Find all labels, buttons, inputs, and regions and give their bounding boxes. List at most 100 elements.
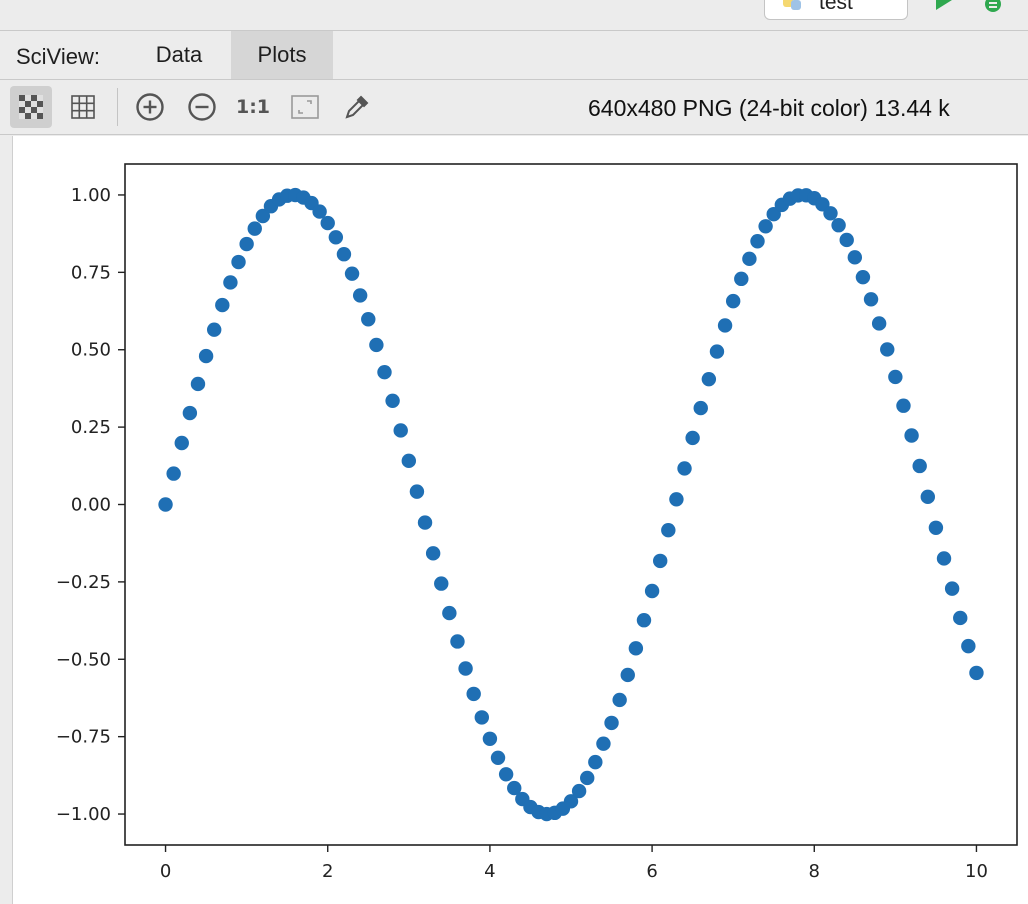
image-info: 640x480 PNG (24-bit color) 13.44 k bbox=[588, 95, 950, 121]
scatter-point bbox=[247, 221, 262, 236]
scatter-point bbox=[653, 553, 668, 569]
scatter-point bbox=[409, 484, 425, 499]
y-tick-label: 1.00 bbox=[71, 185, 111, 206]
python-icon bbox=[783, 0, 801, 10]
zoom-out-button[interactable] bbox=[181, 86, 223, 128]
y-tick-label: −0.25 bbox=[56, 572, 111, 593]
scatter-point bbox=[944, 581, 960, 596]
actual-size-label: 1:1 bbox=[235, 96, 271, 118]
x-tick-label: 2 bbox=[322, 861, 333, 882]
y-tick-label: −0.50 bbox=[56, 649, 111, 670]
scatter-point bbox=[725, 293, 741, 309]
x-tick-label: 10 bbox=[965, 861, 988, 882]
scatter-point bbox=[871, 316, 887, 331]
scatter-point bbox=[596, 736, 611, 751]
scatter-point bbox=[661, 523, 676, 538]
scatter-point bbox=[215, 297, 230, 313]
plot-frame bbox=[124, 163, 1018, 846]
x-tick-label: 4 bbox=[484, 861, 495, 882]
x-tick-label: 6 bbox=[646, 861, 657, 882]
scatter-point bbox=[571, 783, 587, 799]
scatter-point bbox=[377, 365, 392, 380]
scatter-point bbox=[442, 605, 457, 621]
color-picker-button[interactable] bbox=[336, 86, 378, 128]
x-tick-label: 0 bbox=[160, 861, 171, 882]
scatter-point bbox=[855, 269, 871, 285]
scatter-point bbox=[393, 423, 408, 438]
toolbar-separator bbox=[117, 88, 118, 126]
scatter-point bbox=[847, 250, 863, 265]
scatter-point bbox=[636, 613, 652, 628]
scatter-point bbox=[701, 371, 717, 387]
tab-plots[interactable]: Plots bbox=[231, 31, 333, 79]
scatter-point bbox=[385, 393, 400, 409]
scatter-point bbox=[961, 638, 976, 654]
scatter-point bbox=[612, 692, 627, 708]
actual-size-button[interactable]: 1:1 bbox=[232, 86, 274, 128]
scatter-point bbox=[734, 271, 749, 287]
scatter-point bbox=[831, 218, 846, 233]
bug-icon[interactable] bbox=[980, 0, 1006, 14]
scatter-point bbox=[190, 376, 206, 392]
fit-to-window-button[interactable] bbox=[284, 86, 326, 128]
scatter-point bbox=[628, 641, 644, 656]
scatter-point bbox=[166, 466, 181, 481]
scatter-point bbox=[888, 369, 903, 385]
scatter-point bbox=[750, 234, 765, 249]
scatter-point bbox=[344, 266, 360, 281]
scatter-point bbox=[717, 318, 733, 333]
scatter-point bbox=[823, 206, 838, 221]
play-icon[interactable] bbox=[932, 0, 956, 14]
color-picker-icon bbox=[345, 95, 369, 119]
scatter-point bbox=[669, 492, 684, 507]
scatter-point bbox=[158, 497, 173, 512]
scatter-point bbox=[644, 583, 660, 599]
scatter-point bbox=[693, 400, 708, 416]
sciview-tabbar: SciView: Data Plots bbox=[0, 31, 1028, 80]
scatter-point bbox=[920, 489, 935, 505]
grid-button[interactable] bbox=[62, 86, 104, 128]
run-configuration-selector[interactable]: test bbox=[764, 0, 908, 20]
scatter-point bbox=[336, 247, 352, 262]
scatter-point bbox=[896, 398, 911, 413]
scatter-point bbox=[466, 686, 481, 702]
fit-to-window-icon bbox=[291, 95, 319, 119]
plot-toolbar: 1:1 640x480 PNG (24-bit color) 13.44 k bbox=[0, 80, 1028, 135]
scatter-point bbox=[880, 342, 895, 357]
y-tick-label: 0.75 bbox=[71, 262, 111, 283]
scatter-point bbox=[231, 254, 246, 270]
scatter-point bbox=[369, 337, 384, 353]
scatter-point bbox=[490, 750, 506, 765]
chevron-down-icon bbox=[881, 0, 897, 7]
y-tick-label: 0.50 bbox=[71, 340, 111, 361]
scatter-point bbox=[207, 322, 222, 337]
grid-icon bbox=[71, 95, 95, 119]
y-tick-label: −1.00 bbox=[56, 804, 111, 825]
scatter-point bbox=[474, 710, 489, 725]
scatter-point bbox=[498, 767, 514, 782]
scatter-point bbox=[709, 344, 725, 359]
scatter-point bbox=[953, 610, 968, 626]
scatter-point bbox=[928, 520, 944, 535]
checkerboard-button[interactable] bbox=[10, 86, 52, 128]
scatter-point bbox=[620, 667, 635, 683]
scatter-point bbox=[482, 731, 498, 746]
plot-canvas: 0 2 4 6 8 10 1.00 0.75 0.50 0.25 0.00 −0.25 −0.50 −0.… bbox=[12, 136, 1028, 904]
scatter-point bbox=[677, 461, 692, 476]
scatter-point bbox=[198, 348, 214, 364]
scatter-point bbox=[604, 715, 619, 731]
zoom-in-icon bbox=[136, 93, 164, 121]
scatter-point bbox=[969, 665, 984, 681]
y-tick-label: 0.00 bbox=[71, 495, 111, 516]
y-tick-label: 0.25 bbox=[71, 417, 111, 438]
scatter-point bbox=[174, 435, 189, 451]
zoom-in-button[interactable] bbox=[129, 86, 171, 128]
scatter-point bbox=[742, 251, 757, 267]
scatter-point bbox=[352, 288, 368, 303]
scatter-point bbox=[936, 551, 952, 566]
scatter-point bbox=[685, 430, 700, 446]
tab-data[interactable]: Data bbox=[134, 31, 224, 79]
scatter-point bbox=[320, 215, 335, 231]
scatter-point bbox=[328, 230, 344, 245]
scatter-point bbox=[904, 428, 919, 443]
